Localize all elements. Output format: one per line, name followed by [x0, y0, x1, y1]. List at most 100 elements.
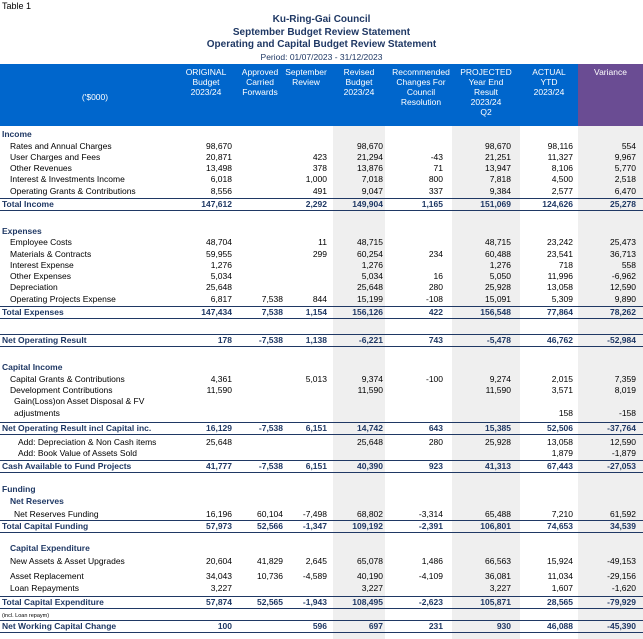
table-row: Interest & Investments Income 6,018 1,000 7…	[0, 174, 643, 185]
table-row: Operating Projects Expense 6,817 7,538 844 1…	[0, 294, 643, 305]
table-row: Rates and Annual Charges 98,670 98,670 98,6…	[0, 141, 643, 152]
total-row: Total Income 147,612 2,292 149,904 1,165 151,…	[0, 198, 643, 211]
cell-col-6: 21,251	[485, 152, 511, 162]
cell-col-7: 23,541	[547, 249, 573, 259]
row-label: Depreciation	[10, 282, 58, 292]
table-row: Net Reserves Funding 16,196 60,104 -7,498 68…	[0, 509, 643, 520]
cell-col-1: 11,590	[206, 385, 232, 395]
table-row: Depreciation 25,648 25,648 280 25,928 13,058 1…	[0, 282, 643, 293]
cell-col-7: 1,607	[551, 583, 573, 593]
cell-col-5: 643	[428, 423, 443, 433]
cell-col-5: 16	[433, 271, 443, 281]
cell-col-1: 98,670	[206, 141, 232, 151]
total-row: Total Expenses 147,434 7,538 1,154 156,126 42…	[0, 306, 643, 319]
cell-col-3: 1,138	[305, 335, 327, 345]
column-header-6: PROJECTED Year End Result 2023/24 Q2	[460, 67, 512, 117]
column-header-3: September Review	[285, 67, 327, 87]
cell-col-3: 1,154	[305, 307, 327, 317]
cell-col-7: 11,996	[547, 271, 573, 281]
row-label: Asset Replacement	[10, 571, 84, 581]
cell-col-8: 5,770	[614, 163, 636, 173]
row-label: Income	[2, 129, 32, 139]
cell-col-8: 9,890	[614, 294, 636, 304]
cell-col-7: 5,309	[551, 294, 573, 304]
cell-col-5: -100	[425, 374, 443, 384]
row-label: Cash Available to Fund Projects	[2, 461, 132, 471]
cell-col-7: 8,106	[551, 163, 573, 173]
row-label: Gain(Loss)on Asset Disposal & FV	[14, 396, 145, 406]
unit-label: ('$000)	[81, 92, 109, 102]
row-label: Net Reserves Funding	[14, 509, 99, 519]
cell-col-4: 3,227	[361, 583, 383, 593]
cell-col-5: -3,314	[418, 509, 443, 519]
cell-col-7: 2,015	[551, 374, 573, 384]
cell-col-1: 1,276	[210, 260, 232, 270]
cell-col-1: 13,498	[206, 163, 232, 173]
cell-col-5: 337	[428, 186, 443, 196]
row-label: Loan Repayments	[10, 583, 79, 593]
table-row: Add: Depreciation & Non Cash items 25,648…	[0, 437, 643, 448]
cell-col-4: 697	[368, 621, 383, 631]
cell-col-6: 151,069	[480, 199, 511, 209]
row-label: Development Contributions	[10, 385, 113, 395]
cell-col-6: 105,871	[480, 597, 511, 607]
cell-col-6: 36,081	[485, 571, 511, 581]
cell-col-5: -2,623	[418, 597, 443, 607]
cell-col-7: 7,210	[551, 509, 573, 519]
cell-col-4: 15,199	[357, 294, 383, 304]
cell-col-3: 6,151	[305, 461, 327, 471]
cell-col-8: 7,359	[614, 374, 636, 384]
total-row: Total Capital Funding 57,973 52,566 -1,347 1…	[0, 520, 643, 533]
statement-title: September Budget Review Statement	[232, 27, 411, 38]
row-label: Interest & Investments Income	[10, 174, 125, 184]
cell-col-4: 149,904	[352, 199, 383, 209]
row-label: Employee Costs	[10, 237, 72, 247]
row-label: Add: Depreciation & Non Cash items	[18, 437, 157, 447]
cell-col-3: 596	[312, 621, 327, 631]
cell-col-8: 25,278	[610, 199, 636, 209]
cell-col-7: 3,571	[551, 385, 573, 395]
cell-col-4: 109,192	[352, 521, 383, 531]
section-heading: Capital Expenditure	[0, 543, 643, 554]
column-header-5: Recommended Changes For Council Resoluti…	[392, 67, 450, 107]
cell-col-6: 1,276	[489, 260, 511, 270]
row-label: Total Expenses	[2, 307, 64, 317]
cell-col-8: -29,156	[607, 571, 636, 581]
cell-col-4: 108,495	[352, 597, 383, 607]
cell-col-5: 280	[428, 437, 443, 447]
section-heading: Net Reserves	[0, 496, 643, 507]
cell-col-4: 68,802	[357, 509, 383, 519]
budget-review-sheet: Table 1 Ku-Ring-Gai Council September Bu…	[0, 0, 643, 639]
cell-col-3: 1,000	[305, 174, 327, 184]
cell-col-5: 422	[428, 307, 443, 317]
cell-col-1: 25,648	[206, 437, 232, 447]
cell-col-6: 5,050	[489, 271, 511, 281]
cell-col-7: 52,506	[547, 423, 573, 433]
cell-col-1: 48,704	[206, 237, 232, 247]
cell-col-6: 156,548	[480, 307, 511, 317]
table-row: Materials & Contracts 59,955 299 60,254 234 6…	[0, 249, 643, 260]
table-row: Employee Costs 48,704 11 48,715 48,715 23,242…	[0, 237, 643, 248]
statement-subtitle: Operating and Capital Budget Review Stat…	[206, 39, 437, 50]
cell-col-6: 65,488	[485, 509, 511, 519]
cell-col-8: -1,879	[611, 448, 636, 458]
cell-col-8: -52,984	[607, 335, 636, 345]
cell-col-7: 11,327	[547, 152, 573, 162]
cell-col-5: 1,165	[421, 199, 443, 209]
cell-col-1: 3,227	[210, 583, 232, 593]
cell-col-6: 13,947	[485, 163, 511, 173]
cell-col-4: 40,390	[357, 461, 383, 471]
table-row: Interest Expense 1,276 1,276 1,276 718 558	[0, 260, 643, 271]
cell-col-8: 12,590	[610, 282, 636, 292]
total-row: Total Capital Expenditure 57,874 52,565 -1,…	[0, 596, 643, 609]
cell-col-8: 34,539	[610, 521, 636, 531]
cell-col-1: 4,361	[210, 374, 232, 384]
row-label: Other Expenses	[10, 271, 71, 281]
row-label: Materials & Contracts	[10, 249, 92, 259]
cell-col-3: 2,645	[305, 556, 327, 566]
cell-col-8: -27,053	[607, 461, 636, 471]
cell-col-5: 280	[428, 282, 443, 292]
table-row: Other Revenues 13,498 378 13,876 71 13,947 8,1…	[0, 163, 643, 174]
cell-col-6: 11,590	[485, 385, 511, 395]
row-label: New Assets & Asset Upgrades	[10, 556, 125, 566]
